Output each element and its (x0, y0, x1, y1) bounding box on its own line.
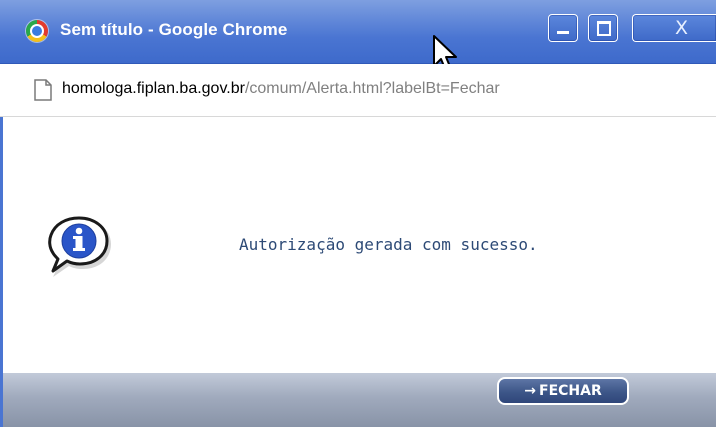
arrow-right-icon: → (524, 383, 536, 399)
maximize-icon (597, 21, 611, 36)
url-path: /comum/Alerta.html?labelBt=Fechar (244, 80, 500, 97)
fechar-button-label: FECHAR (539, 383, 602, 399)
minimize-icon (557, 31, 569, 34)
window-title: Sem título - Google Chrome (60, 20, 288, 39)
close-icon: X (675, 17, 689, 39)
alert-content: Autorização gerada com sucesso. (0, 117, 716, 373)
footer-bar: → FECHAR (0, 373, 716, 427)
browser-popup-window: Sem título - Google Chrome X homologa.fi… (0, 0, 716, 427)
url-host: homologa.fiplan.ba.gov.br (62, 80, 245, 97)
url-text[interactable]: homologa.fiplan.ba.gov.br/comum/Alerta.h… (62, 80, 500, 98)
maximize-button[interactable] (588, 14, 618, 42)
title-bar[interactable]: Sem título - Google Chrome X (0, 0, 716, 72)
minimize-button[interactable] (548, 14, 578, 42)
close-button[interactable]: X (632, 14, 716, 42)
info-icon (48, 216, 111, 277)
address-bar[interactable]: homologa.fiplan.ba.gov.br/comum/Alerta.h… (0, 64, 716, 117)
page-icon (34, 79, 52, 101)
fechar-button[interactable]: → FECHAR (497, 377, 629, 405)
chrome-logo-icon (26, 20, 48, 42)
alert-message: Autorização gerada com sucesso. (239, 235, 538, 254)
